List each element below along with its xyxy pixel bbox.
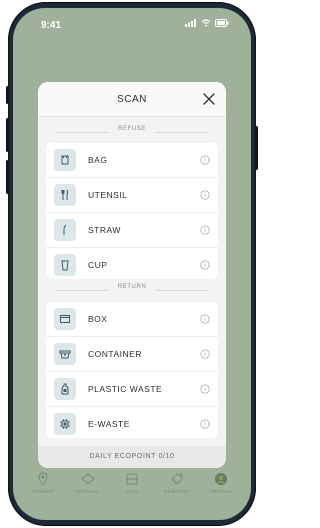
container-icon bbox=[54, 343, 76, 365]
nav-label: SCAN bbox=[125, 489, 139, 494]
utensil-icon bbox=[54, 184, 76, 206]
svg-text:i: i bbox=[204, 351, 206, 358]
info-icon[interactable]: i bbox=[200, 225, 210, 235]
nav-label: COMMAP bbox=[31, 489, 55, 494]
info-icon[interactable]: i bbox=[200, 155, 210, 165]
straw-icon bbox=[54, 219, 76, 241]
tag-icon bbox=[170, 472, 184, 486]
section-label-return: RETURN bbox=[38, 284, 226, 298]
close-button[interactable] bbox=[202, 92, 216, 106]
list-item-label: E-WASTE bbox=[88, 419, 130, 429]
list-item-container[interactable]: CONTAINER i bbox=[46, 337, 218, 372]
list-item-label: CONTAINER bbox=[88, 349, 142, 359]
info-icon[interactable]: i bbox=[200, 314, 210, 324]
nav-ecoland[interactable]: ECOLAND bbox=[70, 472, 106, 502]
profile-icon bbox=[214, 472, 228, 486]
phone-side-button bbox=[255, 126, 258, 170]
scan-modal: SCAN REFUSE BAG i UTENSIL i STRAW i CUP … bbox=[38, 82, 226, 468]
info-icon[interactable]: i bbox=[200, 384, 210, 394]
svg-text:i: i bbox=[204, 386, 206, 393]
bottle-icon bbox=[54, 378, 76, 400]
info-icon[interactable]: i bbox=[200, 349, 210, 359]
phone-side-button bbox=[6, 160, 9, 194]
nav-commap[interactable]: COMMAP bbox=[25, 472, 61, 502]
info-icon[interactable]: i bbox=[200, 260, 210, 270]
battery-icon bbox=[215, 19, 229, 27]
list-item-e-waste[interactable]: E-WASTE i bbox=[46, 407, 218, 438]
bottom-nav: COMMAP ECOLAND SCAN REWARDS PROFILE bbox=[13, 472, 251, 502]
list-item-label: BOX bbox=[88, 314, 108, 324]
svg-text:i: i bbox=[204, 227, 206, 234]
info-icon[interactable]: i bbox=[200, 190, 210, 200]
list-item-box[interactable]: BOX i bbox=[46, 302, 218, 337]
info-icon[interactable]: i bbox=[200, 419, 210, 429]
svg-text:i: i bbox=[204, 316, 206, 323]
map-pin-icon bbox=[36, 472, 50, 486]
refuse-list: BAG i UTENSIL i STRAW i CUP i bbox=[46, 143, 218, 279]
cup-icon bbox=[54, 254, 76, 276]
signal-icon bbox=[185, 19, 196, 27]
nav-label: REWARDS bbox=[164, 489, 189, 494]
bag-icon bbox=[54, 149, 76, 171]
status-icons bbox=[185, 19, 229, 27]
list-item-label: UTENSIL bbox=[88, 190, 128, 200]
section-label-refuse: REFUSE bbox=[38, 126, 226, 140]
close-icon bbox=[203, 93, 215, 105]
list-item-utensil[interactable]: UTENSIL i bbox=[46, 178, 218, 213]
nav-scan[interactable]: SCAN bbox=[114, 472, 150, 502]
wifi-icon bbox=[201, 19, 211, 27]
svg-text:i: i bbox=[204, 192, 206, 199]
nav-rewards[interactable]: REWARDS bbox=[159, 472, 195, 502]
list-item-cup[interactable]: CUP i bbox=[46, 248, 218, 279]
status-bar: 9:41 bbox=[13, 8, 251, 36]
list-item-straw[interactable]: STRAW i bbox=[46, 213, 218, 248]
list-item-plastic-waste[interactable]: PLASTIC WASTE i bbox=[46, 372, 218, 407]
return-list: BOX i CONTAINER i PLASTIC WASTE i E-WAST… bbox=[46, 302, 218, 438]
phone-screen: 9:41 SCAN REFUSE BAG i UTENSIL i STRAW i… bbox=[13, 8, 251, 520]
list-item-label: CUP bbox=[88, 260, 108, 270]
list-item-bag[interactable]: BAG i bbox=[46, 143, 218, 178]
modal-title: SCAN bbox=[117, 94, 147, 105]
daily-ecopoint-footer: DAILY ECOPOINT 0/10 bbox=[38, 446, 226, 468]
chip-icon bbox=[54, 413, 76, 435]
box-icon bbox=[54, 308, 76, 330]
svg-text:i: i bbox=[204, 262, 206, 269]
nav-label: PROFILE bbox=[210, 489, 232, 494]
svg-text:i: i bbox=[204, 421, 206, 428]
svg-text:i: i bbox=[204, 157, 206, 164]
list-item-label: BAG bbox=[88, 155, 108, 165]
phone-side-button bbox=[6, 118, 9, 152]
scan-icon bbox=[125, 472, 139, 486]
list-item-label: PLASTIC WASTE bbox=[88, 384, 163, 394]
nav-profile[interactable]: PROFILE bbox=[203, 472, 239, 502]
modal-header: SCAN bbox=[38, 82, 226, 117]
phone-side-button bbox=[6, 86, 9, 104]
list-item-label: STRAW bbox=[88, 225, 121, 235]
nav-label: ECOLAND bbox=[75, 489, 100, 494]
land-icon bbox=[80, 472, 95, 486]
status-time: 9:41 bbox=[41, 20, 62, 31]
